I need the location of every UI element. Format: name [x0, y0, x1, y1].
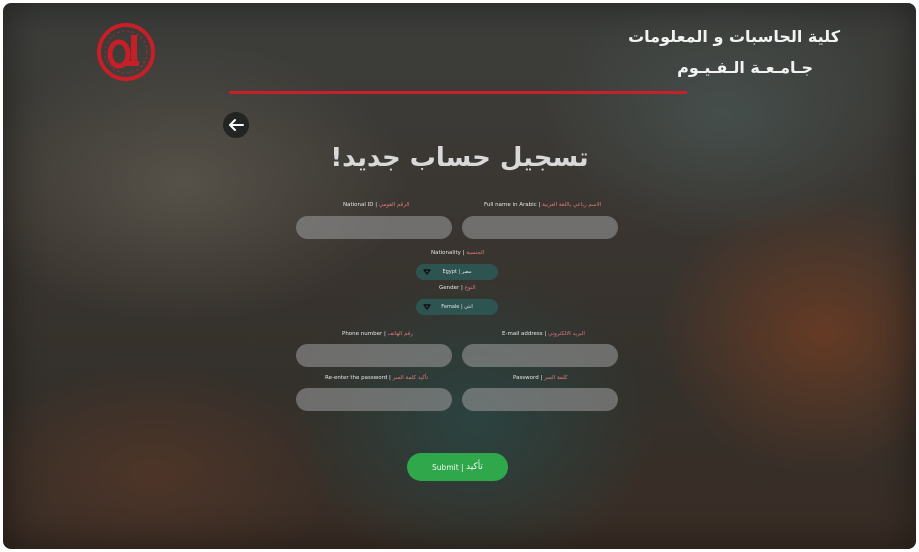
- password-input[interactable]: [462, 388, 618, 411]
- gender-select[interactable]: Female | انثي: [416, 299, 498, 315]
- university-name: جـامـعـة الـفـيـوم: [677, 58, 813, 77]
- header-divider: [229, 91, 687, 94]
- chevron-down-icon: [423, 269, 431, 275]
- email-input[interactable]: [462, 344, 618, 367]
- phone-input[interactable]: [296, 344, 452, 367]
- nationality-select[interactable]: Egypt | مصر: [416, 264, 498, 280]
- phone-label: Phone number | رقم الهاتف: [342, 331, 413, 337]
- fci-logo-icon: [97, 23, 155, 81]
- app-window: كلية الحاسبات و المعلومات جـامـعـة الـفـ…: [3, 3, 916, 549]
- chevron-down-icon: [423, 304, 431, 310]
- full-name-input[interactable]: [462, 216, 618, 239]
- submit-label-en: Submit: [432, 462, 459, 472]
- faculty-name: كلية الحاسبات و المعلومات: [628, 27, 840, 46]
- submit-button[interactable]: Submit | تأكيد: [407, 453, 508, 481]
- national-id-input[interactable]: [296, 216, 452, 239]
- back-button[interactable]: [223, 112, 249, 138]
- nationality-value: Egypt | مصر: [442, 269, 472, 275]
- nationality-label: Nationality | الجنسية: [431, 250, 485, 256]
- national-id-label: National ID | الرقم القومي: [343, 202, 410, 208]
- password-confirm-label: Re-enter the password | تأكيد كلمة السر: [325, 375, 429, 381]
- arrow-left-icon: [229, 119, 244, 131]
- gender-label: Gender | النوع: [439, 285, 476, 291]
- page-title: تسجيل حساب جديد!: [330, 143, 589, 173]
- password-label: Password | كلمة السر: [513, 375, 568, 381]
- full-name-label: Full name in Arabic | الاسم رباعي باللغة…: [484, 202, 602, 208]
- submit-label-ar: تأكيد: [465, 462, 483, 472]
- email-label: E-mail address | البريد الالكتروني: [502, 331, 585, 337]
- gender-value: Female | انثي: [441, 304, 473, 310]
- password-confirm-input[interactable]: [296, 388, 452, 411]
